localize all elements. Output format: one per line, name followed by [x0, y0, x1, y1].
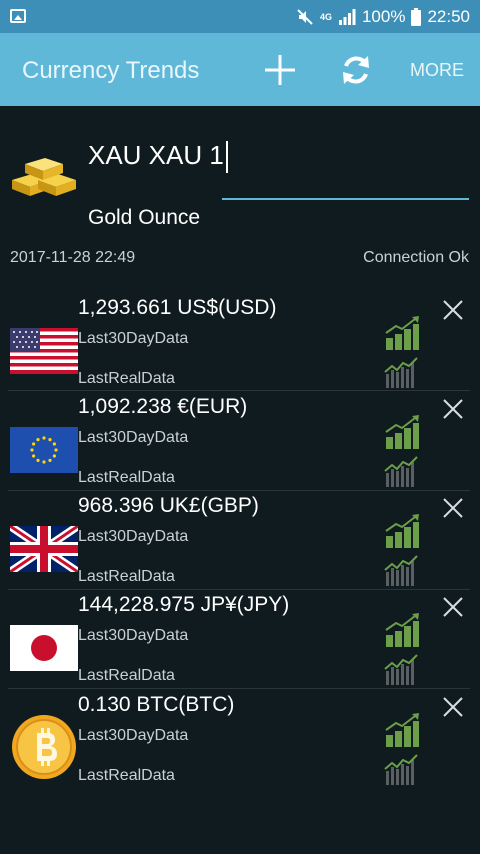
trend-realtime-icon[interactable] — [384, 356, 420, 388]
more-button[interactable]: MORE — [410, 60, 464, 81]
close-icon[interactable] — [441, 397, 465, 421]
trend-30day-icon[interactable] — [384, 316, 420, 350]
us-flag-icon — [10, 328, 78, 374]
mute-icon — [297, 9, 313, 25]
lastreal-label: LastRealData — [78, 667, 175, 684]
last30-label: Last30DayData — [78, 727, 189, 744]
trend-30day-icon[interactable] — [384, 514, 420, 548]
list-item[interactable]: 1,092.238 €(EUR) Last30DayData LastRealD… — [0, 391, 480, 490]
close-icon[interactable] — [441, 695, 465, 719]
rate-value: 1,092.238 €(EUR) — [78, 395, 248, 418]
rate-value: 1,293.661 US$(USD) — [78, 296, 277, 319]
clock: 22:50 — [427, 7, 470, 26]
text-caret — [225, 141, 228, 174]
close-icon[interactable] — [441, 298, 465, 322]
gallery-notification-icon — [10, 9, 26, 23]
lastreal-label: LastRealData — [78, 767, 175, 784]
status-bar: 4G 100% 22:50 — [0, 0, 480, 33]
trend-realtime-icon[interactable] — [384, 753, 420, 785]
amount-text: XAU XAU 1 — [88, 140, 224, 170]
app-bar: Currency Trends MORE — [0, 33, 480, 106]
trend-realtime-icon[interactable] — [384, 653, 420, 685]
update-timestamp: 2017-11-28 22:49 — [10, 249, 136, 266]
bitcoin-icon — [12, 715, 76, 779]
signal-icon — [338, 9, 356, 25]
lastreal-label: LastRealData — [78, 370, 175, 387]
rate-value: 144,228.975 JP¥(JPY) — [78, 593, 290, 616]
gold-bars-icon[interactable] — [8, 150, 80, 200]
close-icon[interactable] — [441, 496, 465, 520]
plus-icon[interactable] — [263, 53, 297, 87]
list-item[interactable]: 0.130 BTC(BTC) Last30DayData LastRealDat… — [0, 689, 480, 788]
trend-realtime-icon[interactable] — [384, 455, 420, 487]
app-title: Currency Trends — [22, 57, 200, 84]
rate-value: 968.396 UK£(GBP) — [78, 494, 259, 517]
last30-label: Last30DayData — [78, 330, 189, 347]
trend-30day-icon[interactable] — [384, 713, 420, 747]
last30-label: Last30DayData — [78, 429, 189, 446]
last30-label: Last30DayData — [78, 627, 189, 644]
network-type: 4G — [319, 11, 332, 22]
close-icon[interactable] — [441, 595, 465, 619]
rate-value: 0.130 BTC(BTC) — [78, 693, 235, 716]
refresh-icon[interactable] — [338, 52, 374, 88]
uk-flag-icon — [10, 526, 78, 572]
battery-icon — [411, 8, 422, 26]
lastreal-label: LastRealData — [78, 469, 175, 486]
battery-percent: 100% — [361, 7, 406, 26]
lastreal-label: LastRealData — [78, 568, 175, 585]
list-item[interactable]: 144,228.975 JP¥(JPY) Last30DayData LastR… — [0, 589, 480, 688]
jp-flag-icon — [10, 625, 78, 671]
trend-30day-icon[interactable] — [384, 415, 420, 449]
trend-realtime-icon[interactable] — [384, 554, 420, 586]
amount-input[interactable]: XAU XAU 1 — [88, 140, 228, 174]
connection-status: Connection Ok — [363, 249, 469, 266]
base-currency-name: Gold Ounce — [88, 206, 201, 229]
input-underline — [222, 198, 469, 200]
list-item[interactable]: 968.396 UK£(GBP) Last30DayData LastRealD… — [0, 490, 480, 589]
trend-30day-icon[interactable] — [384, 613, 420, 647]
last30-label: Last30DayData — [78, 528, 189, 545]
list-item[interactable]: 1,293.661 US$(USD) Last30DayData LastRea… — [0, 292, 480, 391]
status-bar-right: 4G 100% 22:50 — [296, 6, 470, 28]
eu-flag-icon — [10, 427, 78, 473]
